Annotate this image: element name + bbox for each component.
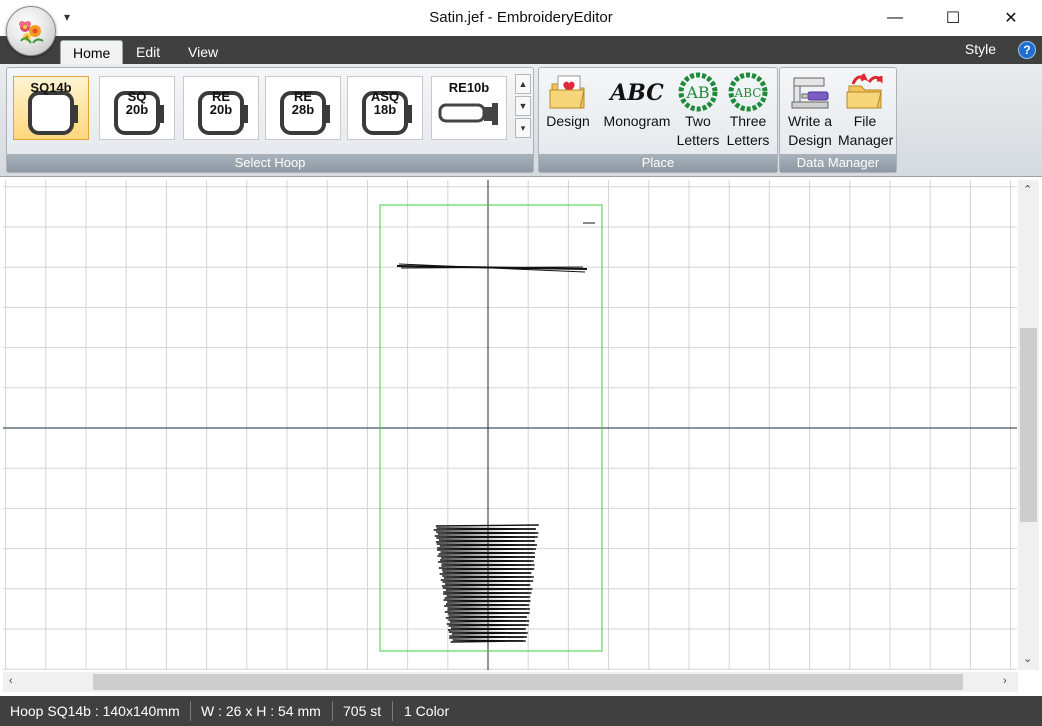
tab-edit[interactable]: Edit <box>124 40 172 64</box>
sewing-machine-usb-icon <box>791 77 829 109</box>
svg-text:AB: AB <box>685 83 709 102</box>
scroll-down-arrow-icon[interactable]: ⌄ <box>1023 652 1032 665</box>
status-separator <box>190 701 191 721</box>
svg-text:20b: 20b <box>210 102 232 117</box>
satin-bottom-shape[interactable] <box>433 524 539 643</box>
hoop-button-sq14b[interactable]: SQ14b <box>13 76 89 140</box>
write-design-label-line2: Design <box>788 132 832 148</box>
two-letters-label-line1: Two <box>685 113 711 129</box>
three-letters-label-line1: Three <box>729 113 767 129</box>
status-size: W : 26 x H : 54 mm <box>201 703 321 719</box>
horizontal-scrollbar[interactable]: ‹ › <box>3 672 1018 692</box>
tab-home[interactable]: Home <box>60 40 124 65</box>
style-menu[interactable]: Style <box>965 41 996 57</box>
hoop-icon: SQ20b <box>114 89 164 135</box>
hoop-button-re28b[interactable]: RE 28b <box>265 76 341 140</box>
close-button[interactable]: ✕ <box>988 0 1034 36</box>
file-manager-folder-icon <box>846 73 883 109</box>
monogram-button[interactable]: ABC Monogram <box>599 72 675 131</box>
two-letters-label-line2: Letters <box>676 132 720 148</box>
select-hoop-group: SQ14b SQ 20b RE 20b RE 28b ASQ 18b RE10b ▲ ▼ ▾ Se… <box>6 67 534 173</box>
scroll-left-arrow-icon[interactable]: ‹ <box>9 675 13 687</box>
status-separator <box>332 701 333 721</box>
maximize-button[interactable]: ☐ <box>930 0 976 36</box>
three-letters-label-line2: Letters <box>726 132 770 148</box>
vertical-scrollbar[interactable]: ⌃ ⌄ <box>1018 180 1039 670</box>
canvas-drawing <box>3 180 1017 670</box>
svg-text:RE10b: RE10b <box>449 80 490 95</box>
write-design-label-line1: Write a <box>787 113 833 129</box>
two-letters-wreath-icon: AB <box>678 72 718 112</box>
ribbon-tab-row: Home Edit View Style ? <box>0 36 1042 65</box>
hoop-icon: RE28b <box>280 89 330 135</box>
title-bar: ▾ Satin.jef - EmbroideryEditor — ☐ ✕ <box>0 0 1042 37</box>
status-colors: 1 Color <box>404 703 450 719</box>
place-group-label: Place <box>539 154 777 172</box>
hoop-scroll-up-button[interactable]: ▲ <box>515 74 531 94</box>
vertical-scroll-thumb[interactable] <box>1020 328 1037 522</box>
three-letters-button[interactable]: ABC Three Letters <box>723 72 773 150</box>
hoop-icon: RE20b <box>198 89 248 135</box>
hoop-icon: SQ14b <box>28 80 78 135</box>
status-bar: Hoop SQ14b : 140x140mm W : 26 x H : 54 m… <box>0 696 1042 726</box>
scroll-up-arrow-icon[interactable]: ⌃ <box>1023 183 1032 196</box>
data-manager-group-label: Data Manager <box>780 154 896 172</box>
folder-heart-icon <box>549 75 585 109</box>
file-manager-label-line2: Manager <box>838 132 894 148</box>
design-label: Design <box>546 113 590 129</box>
hoop-button-re20b[interactable]: RE 20b <box>183 76 259 140</box>
status-hoop: Hoop SQ14b : 140x140mm <box>10 703 180 719</box>
svg-text:ABC: ABC <box>734 86 762 100</box>
design-canvas[interactable] <box>3 180 1017 670</box>
svg-text:28b: 28b <box>292 102 314 117</box>
select-hoop-group-label: Select Hoop <box>7 154 533 172</box>
tab-view[interactable]: View <box>176 40 230 64</box>
hoop-gallery-expand-button[interactable]: ▾ <box>515 118 531 138</box>
svg-text:SQ14b: SQ14b <box>30 80 71 95</box>
horizontal-scroll-thumb[interactable] <box>93 674 963 690</box>
monogram-icon: ABC <box>608 80 664 106</box>
hoop-scroll-down-button[interactable]: ▼ <box>515 96 531 116</box>
status-stitches: 705 st <box>343 703 382 719</box>
write-design-button[interactable]: Write a Design <box>784 72 836 150</box>
file-manager-button[interactable]: File Manager <box>838 72 894 150</box>
flower-logo-icon <box>19 21 44 44</box>
ribbon: SQ14b SQ 20b RE 20b RE 28b ASQ 18b RE10b ▲ ▼ ▾ Se… <box>0 64 1042 177</box>
satin-top-stroke[interactable] <box>396 263 588 273</box>
svg-text:18b: 18b <box>374 102 396 117</box>
file-manager-label-line1: File <box>853 113 877 129</box>
design-button[interactable]: Design <box>543 72 593 131</box>
hoop-button-asq18b[interactable]: ASQ 18b <box>347 76 423 140</box>
monogram-label: Monogram <box>603 113 671 129</box>
place-group: Design ABC Monogram AB Two Letters ABC T… <box>538 67 778 173</box>
svg-text:20b: 20b <box>126 102 148 117</box>
hoop-button-sq20b[interactable]: SQ 20b <box>99 76 175 140</box>
help-icon[interactable]: ? <box>1018 41 1036 59</box>
scroll-right-arrow-icon[interactable]: › <box>1003 675 1007 687</box>
hoop-icon: RE10b <box>438 80 498 125</box>
svg-text:ABC: ABC <box>608 80 664 106</box>
three-letters-wreath-icon: ABC <box>728 72 768 112</box>
application-menu-button[interactable] <box>6 6 56 56</box>
status-separator <box>392 701 393 721</box>
hoop-icon: ASQ18b <box>362 89 412 135</box>
data-manager-group: Write a Design File Manager Data Manager <box>779 67 897 173</box>
two-letters-button[interactable]: AB Two Letters <box>675 72 721 150</box>
minimize-button[interactable]: — <box>872 0 918 36</box>
hoop-button-re10b[interactable]: RE10b <box>431 76 507 140</box>
